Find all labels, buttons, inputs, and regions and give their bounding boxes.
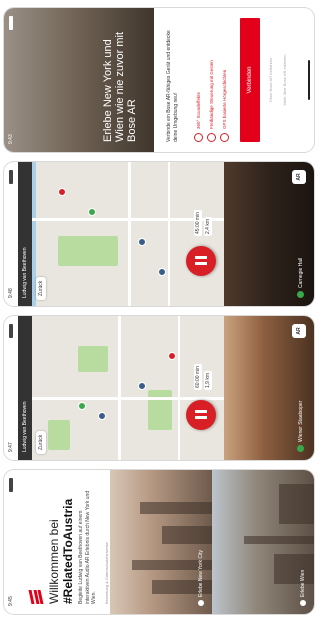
feature-item: GPS basierte Hörgeschichten <box>220 70 229 142</box>
map-poi[interactable] <box>138 238 146 246</box>
ar-button[interactable]: AR <box>292 324 306 338</box>
distance-label: 2,4 km <box>204 216 212 236</box>
pause-button[interactable] <box>186 246 216 276</box>
park-area <box>58 236 118 266</box>
city-card-nyc[interactable]: Erlebe New York City <box>110 470 212 614</box>
distance-label: 1,9 km <box>204 370 212 390</box>
status-bar: 9:43 <box>4 8 18 152</box>
feature-text: GPS basierte Hörgeschichten <box>222 69 227 129</box>
map-header: Ludwig van Beethoven <box>18 316 32 460</box>
duration-label: 60:00 min <box>194 364 202 390</box>
poi-photo-card[interactable]: Wiener Staatsoper AR <box>224 316 314 460</box>
signal-icon <box>9 478 13 492</box>
status-time: 9:48 <box>8 288 14 298</box>
welcome-title: Willkommen bei <box>47 519 61 604</box>
feature-item: Freihändige Steuerung mit Gesten <box>207 60 216 142</box>
status-time: 9:47 <box>8 442 14 452</box>
bose-ar-screen: 9:43 Erlebe New York und Wien wie nie zu… <box>4 8 314 152</box>
back-button[interactable]: Zurück <box>36 430 46 454</box>
location-icon <box>297 291 304 298</box>
status-time: 9:43 <box>8 134 14 144</box>
play-icon <box>198 600 204 606</box>
feature-text: Freihändige Steuerung mit Gesten <box>209 60 214 129</box>
park-area <box>48 420 70 450</box>
check-icon <box>220 133 229 142</box>
map-poi[interactable] <box>138 382 146 390</box>
road <box>18 397 224 400</box>
poi-photo-card[interactable]: Carnegie Hall AR <box>224 162 314 306</box>
home-indicator <box>308 60 310 100</box>
signal-icon <box>9 16 13 30</box>
road <box>128 162 131 306</box>
map-poi[interactable] <box>58 188 66 196</box>
signal-icon <box>9 170 13 184</box>
connect-button[interactable]: Verbinden <box>240 18 260 142</box>
nyc-map-screen: 9:48 45:00 min 2,4 km Ludwig van Beethov… <box>4 162 314 306</box>
building-shape <box>274 554 314 584</box>
stage: 9:45 Willkommen bei #RelatedToAustria Be… <box>0 0 322 629</box>
privacy-link[interactable]: Bewertung & Datenschutzhinweise <box>104 542 109 604</box>
welcome-screen: 9:45 Willkommen bei #RelatedToAustria Be… <box>4 470 314 614</box>
duration-label: 45:00 min <box>194 210 202 236</box>
park-area <box>148 390 172 430</box>
map-poi[interactable] <box>168 352 176 360</box>
ar-button[interactable]: AR <box>292 170 306 184</box>
austria-logo-icon <box>28 590 44 604</box>
feature-text: 360° Soundeffekte <box>196 92 201 129</box>
welcome-hashtag: #RelatedToAustria <box>61 498 75 604</box>
learn-more-link[interactable]: Mehr über Bose AR erfahren <box>282 18 287 142</box>
pause-button[interactable] <box>186 400 216 430</box>
road <box>168 162 170 306</box>
status-bar: 9:48 <box>4 162 18 306</box>
map-view[interactable]: 45:00 min 2,4 km <box>18 162 224 306</box>
map-poi[interactable] <box>88 208 96 216</box>
check-icon <box>194 133 203 142</box>
check-icon <box>207 133 216 142</box>
map-poi[interactable] <box>98 412 106 420</box>
welcome-text: Begleite Ludwig van Beethoven auf einem … <box>78 490 97 604</box>
poi-label: Carnegie Hall <box>297 258 304 298</box>
location-icon <box>297 445 304 452</box>
status-bar: 9:47 <box>4 316 18 460</box>
back-button[interactable]: Zurück <box>36 276 46 300</box>
city-card-vienna[interactable]: Erlebe Wien <box>212 470 314 614</box>
promo-body: Verbinde ein Bose AR-fähiges Gerät und e… <box>166 30 179 142</box>
park-area <box>78 346 108 372</box>
building-shape <box>162 526 212 544</box>
poi-label: Wiener Staatsoper <box>297 401 304 452</box>
status-time: 9:45 <box>8 596 14 606</box>
signal-icon <box>9 324 13 338</box>
city-label-vienna: Erlebe Wien <box>300 570 306 606</box>
promo-title: Erlebe New York und Wien wie nie zuvor m… <box>102 31 138 142</box>
vienna-map-screen: 9:47 60:00 min 1,9 km Ludwig van Beethov… <box>4 316 314 460</box>
road <box>178 316 180 460</box>
feature-item: 360° Soundeffekte <box>194 92 203 142</box>
road <box>118 316 121 460</box>
map-poi[interactable] <box>158 268 166 276</box>
poi-label-text: Carnegie Hall <box>297 257 304 288</box>
play-icon <box>300 600 306 606</box>
city-label-text: Erlebe Wien <box>300 569 306 597</box>
status-bar: 9:45 <box>4 470 18 614</box>
skip-link[interactable]: Ohne Bose AR fortfahren <box>268 18 273 142</box>
building-shape <box>140 502 212 514</box>
building-shape <box>244 536 314 544</box>
map-view[interactable]: 60:00 min 1,9 km <box>18 316 224 460</box>
map-poi[interactable] <box>78 402 86 410</box>
map-header: Ludwig van Beethoven <box>18 162 32 306</box>
building-shape <box>279 484 314 524</box>
city-label-nyc: Erlebe New York City <box>198 550 204 606</box>
poi-label-text: Wiener Staatsoper <box>297 400 304 442</box>
city-label-text: Erlebe New York City <box>198 550 204 597</box>
